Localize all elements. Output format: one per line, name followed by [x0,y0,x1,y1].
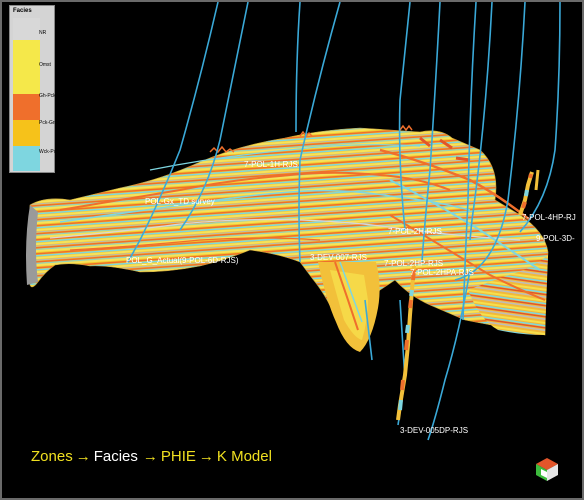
model-viewport[interactable]: Facies NR Omst Gh-Pckst Pck-Grnst Wck-Pc… [0,0,584,500]
viewport-border [0,0,584,500]
